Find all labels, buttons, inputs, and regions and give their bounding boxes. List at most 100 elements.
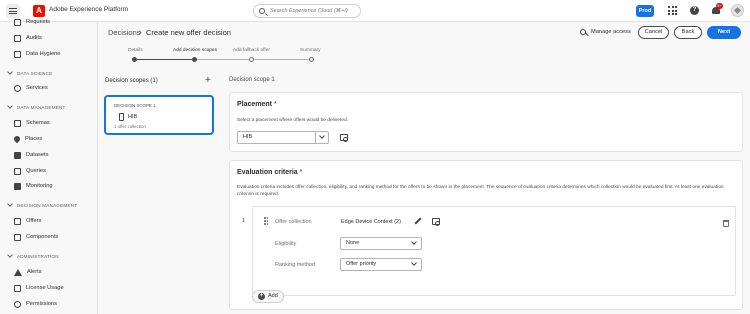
nav-item-datasets[interactable]: Datasets	[14, 150, 48, 160]
nav-item-data-hygiene[interactable]: Data Hygiene	[14, 49, 60, 59]
chevron-down-icon[interactable]	[315, 132, 328, 143]
nav-section-administration[interactable]: ADMINISTRATION	[7, 252, 59, 260]
queries-icon	[14, 167, 21, 175]
nav-label: Services	[26, 85, 48, 91]
license-usage-icon	[14, 284, 21, 292]
search-input[interactable]: Search Experience Cloud (⌘+/)	[253, 4, 361, 18]
nav-item-services[interactable]: Services	[14, 83, 48, 93]
delete-trash-icon[interactable]	[723, 220, 729, 227]
nav-item-offers[interactable]: Offers	[14, 216, 41, 226]
step-label-add-decision-scopes: Add decision scopes	[173, 48, 217, 53]
nav-label: Datasets	[26, 152, 49, 158]
next-button[interactable]: Next	[707, 26, 741, 39]
ranking-method-value: Offer priority	[346, 261, 377, 267]
nav-label: Queries	[26, 168, 46, 174]
nav-item-monitoring[interactable]: Monitoring	[14, 181, 53, 191]
drag-handle-icon[interactable]	[264, 217, 268, 226]
placement-picker[interactable]: HIB	[237, 131, 329, 144]
app-title[interactable]: Adobe Experience Platform	[49, 6, 128, 13]
nav-label: Schemas	[26, 120, 50, 126]
scope-tag: DECISION SCOPE 1	[114, 103, 156, 108]
components-icon	[14, 233, 21, 241]
key-icon	[580, 29, 586, 35]
placement-card: Placement * Select a placement where off…	[229, 92, 743, 152]
nav-section-data-management[interactable]: DATA MANAGEMENT	[7, 103, 66, 111]
nav-item-audits[interactable]: Audits	[14, 33, 42, 43]
help-icon[interactable]: ?	[690, 6, 699, 15]
ranking-method-label: Ranking method	[275, 262, 316, 268]
add-label: Add	[268, 293, 278, 299]
step-dot-add-fallback-offer	[249, 57, 254, 62]
evaluation-description: Evaluation criteria includes offer colle…	[237, 185, 724, 197]
browse-placements-icon[interactable]	[340, 134, 348, 142]
manage-access-button[interactable]: Manage access	[575, 26, 633, 39]
hamburger-menu-icon[interactable]	[6, 4, 20, 18]
nav-label: Monitoring	[26, 183, 53, 189]
nav-item-queries[interactable]: Queries	[14, 166, 46, 176]
browse-collections-icon[interactable]	[432, 218, 440, 226]
nav-label: Requests	[26, 19, 51, 25]
nav-section-title: DATA SCIENCE	[17, 70, 53, 76]
services-icon	[14, 84, 21, 92]
left-navigation: Requests Audits Data Hygiene DATA SCIENC…	[0, 18, 98, 314]
chevron-down-icon	[408, 259, 421, 270]
step-label-details: Details	[128, 48, 143, 53]
step-dot-details	[132, 57, 137, 62]
chevron-down-icon	[7, 103, 13, 109]
places-icon	[12, 134, 22, 144]
nav-label: Offers	[26, 218, 42, 224]
breadcrumb-decisions[interactable]: Decisions	[108, 28, 141, 37]
nav-label: License Usage	[26, 285, 64, 291]
offers-icon	[14, 217, 21, 225]
nav-item-schemas[interactable]: Schemas	[14, 118, 50, 128]
evaluation-title: Evaluation criteria *	[237, 169, 302, 176]
notification-count-badge: 9+	[716, 3, 723, 9]
placement-value: HIB	[243, 134, 253, 140]
eligibility-value: None	[346, 240, 360, 246]
add-scope-icon[interactable]: +	[205, 76, 211, 86]
top-bar: A Adobe Experience Platform Search Exper…	[0, 0, 750, 22]
decision-scope-card[interactable]: DECISION SCOPE 1 HIB 1 offer collection	[105, 96, 213, 134]
requests-icon	[14, 18, 21, 26]
apps-grid-icon[interactable]	[668, 6, 677, 15]
nav-section-title: DECISION MANAGEMENT	[17, 202, 78, 208]
step-dot-add-decision-scopes	[192, 57, 197, 62]
nav-item-components[interactable]: Components	[14, 232, 58, 242]
evaluation-title-text: Evaluation criteria	[237, 169, 298, 176]
nav-item-places[interactable]: Places	[12, 134, 42, 144]
ranking-method-picker[interactable]: Offer priority	[340, 258, 422, 271]
decision-scopes-heading: Decision scopes (1)	[105, 78, 158, 84]
placement-title: Placement *	[237, 101, 277, 108]
cancel-button[interactable]: Cancel	[638, 26, 669, 39]
nav-section-decision-management[interactable]: DECISION MANAGEMENT	[7, 201, 78, 209]
nav-section-title: DATA MANAGEMENT	[17, 104, 66, 110]
environment-badge[interactable]: Prod	[636, 5, 654, 17]
nav-label: Components	[26, 234, 59, 240]
evaluation-criteria-card: Evaluation criteria * Evaluation criteri…	[229, 160, 743, 310]
nav-section-title: ADMINISTRATION	[17, 253, 59, 259]
schemas-icon	[14, 119, 21, 127]
back-button[interactable]: Back	[674, 26, 702, 39]
edit-pencil-icon[interactable]	[415, 218, 422, 225]
chevron-down-icon	[7, 69, 13, 75]
user-avatar[interactable]	[731, 4, 744, 17]
nav-item-requests[interactable]: Requests	[14, 17, 50, 27]
scope-name: HIB	[128, 114, 138, 120]
search-icon	[259, 8, 265, 14]
nav-label: Audits	[26, 35, 42, 41]
nav-label: Permissions	[26, 301, 57, 307]
manage-access-label: Manage access	[591, 29, 631, 35]
nav-section-data-science[interactable]: DATA SCIENCE	[7, 69, 53, 77]
eligibility-label: Eligibility	[275, 241, 297, 247]
nav-item-alerts[interactable]: Alerts	[14, 267, 42, 277]
nav-item-license-usage[interactable]: License Usage	[14, 283, 64, 293]
eligibility-picker[interactable]: None	[340, 237, 422, 250]
step-dot-summary	[309, 57, 314, 62]
permissions-icon	[14, 300, 21, 308]
nav-item-permissions[interactable]: Permissions	[14, 299, 57, 309]
adobe-logo[interactable]: A	[33, 5, 45, 17]
required-mark: *	[299, 169, 303, 176]
nav-label: Data Hygiene	[26, 51, 61, 57]
add-criterion-button[interactable]: + Add	[252, 290, 284, 303]
data-hygiene-icon	[14, 50, 21, 58]
